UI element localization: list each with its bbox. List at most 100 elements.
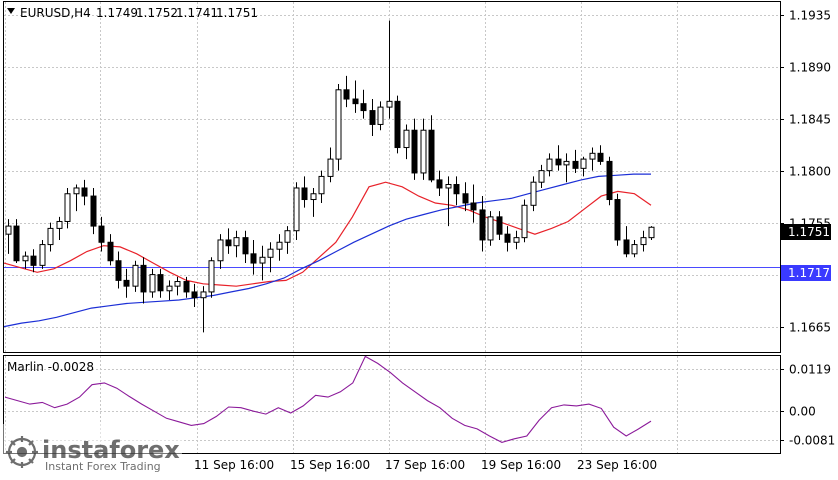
bear-candle-body — [606, 160, 613, 201]
bear-candle-body — [343, 89, 350, 100]
bear-candle-body — [453, 184, 460, 195]
bull-candle-body — [208, 260, 215, 293]
candle — [428, 115, 435, 183]
candle — [327, 147, 334, 183]
bear-candle-body — [98, 225, 105, 243]
bear-candle-body — [107, 241, 114, 262]
bear-candle-body — [394, 100, 401, 149]
candle — [200, 286, 207, 333]
bull-candle-body — [521, 204, 528, 239]
bear-candle-body — [90, 195, 97, 227]
indicator-tick-label: 0.00 — [789, 405, 816, 419]
candle — [572, 149, 579, 173]
indicator-axis: 0.0119 0.00 -0.0081 — [780, 363, 835, 448]
symbol-label: EURUSD,H4 — [20, 6, 91, 20]
bear-candle-body — [470, 202, 477, 211]
bull-candle-body — [318, 175, 325, 195]
candle — [504, 226, 511, 252]
dropdown-triangle-icon[interactable] — [7, 8, 15, 14]
watermark-tagline: Instant Forex Trading — [45, 460, 161, 473]
candle — [115, 251, 122, 289]
candle — [149, 268, 156, 298]
candle — [47, 222, 54, 252]
candle — [13, 219, 20, 264]
candle — [580, 156, 587, 177]
candle — [648, 226, 655, 240]
indicator-label: Marlin -0.0028 — [7, 360, 94, 374]
candle — [479, 196, 486, 252]
candle — [420, 118, 427, 180]
candle — [107, 234, 114, 266]
bull-candle-body — [580, 158, 587, 169]
candle — [436, 170, 443, 197]
candle — [496, 211, 503, 240]
candle — [369, 99, 376, 136]
bear-candle-body — [352, 98, 359, 105]
bull-candle-body — [267, 248, 274, 258]
candle — [377, 101, 384, 131]
bull-candle-body — [259, 256, 266, 264]
candle — [250, 239, 257, 275]
candle — [73, 184, 80, 212]
candle — [555, 145, 562, 171]
candle — [123, 268, 130, 298]
candle — [90, 187, 97, 235]
bull-candle-body — [56, 220, 63, 229]
time-tick-label: 23 Sep 16:00 — [577, 458, 657, 472]
bull-candle-body — [513, 237, 520, 243]
candle — [174, 276, 181, 296]
time-tick-label: 17 Sep 16:00 — [385, 458, 465, 472]
candle — [217, 234, 224, 269]
time-axis: 11 Sep 16:00 15 Sep 16:00 17 Sep 16:00 19 S… — [194, 458, 657, 472]
chart-window: 1.19351.18901.18451.18001.17551.17101.16… — [0, 0, 838, 476]
bull-candle-body — [22, 255, 29, 262]
bear-candle-body — [462, 193, 469, 204]
bull-candle-body — [276, 241, 283, 250]
candle — [318, 170, 325, 203]
candle — [521, 199, 528, 243]
bear-candle-body — [496, 216, 503, 235]
bull-candle-body — [149, 274, 156, 293]
bear-candle-body — [191, 291, 198, 299]
bull-candle-body — [445, 184, 452, 189]
candle — [343, 75, 350, 108]
candle — [191, 283, 198, 307]
bull-candle-body — [530, 181, 537, 206]
candle — [284, 226, 291, 254]
candle — [513, 230, 520, 250]
chart-canvas: 1.19351.18901.18451.18001.17551.17101.16… — [0, 1, 835, 476]
bear-candle-body — [140, 264, 147, 293]
candle — [453, 176, 460, 206]
horizontal-line-badge: 1.1717 — [781, 265, 831, 281]
bull-candle-body — [73, 187, 80, 195]
bear-candle-body — [81, 187, 88, 197]
candle — [310, 187, 317, 217]
time-tick-label: 15 Sep 16:00 — [290, 458, 370, 472]
time-tick-label: 19 Sep 16:00 — [481, 458, 561, 472]
indicator-tick-label: -0.0081 — [789, 434, 835, 448]
candle — [132, 260, 139, 292]
bear-candle-body — [479, 209, 486, 241]
bull-candle-body — [200, 291, 207, 299]
bear-candle-body — [30, 255, 37, 266]
candle — [64, 187, 71, 229]
bear-candle-body — [250, 253, 257, 264]
bull-candle-body — [217, 239, 224, 262]
indicator-tick-label: 0.0119 — [789, 363, 831, 377]
bear-candle-body — [13, 225, 20, 262]
candle — [597, 145, 604, 165]
bull-candle-body — [403, 129, 410, 149]
price-tick-label: 1.1665 — [789, 321, 831, 335]
candle — [487, 211, 494, 246]
candle — [470, 184, 477, 223]
bear-candle-body — [572, 160, 579, 169]
bear-candle-body — [360, 103, 367, 112]
candle — [623, 226, 630, 258]
candle — [563, 153, 570, 183]
price-axis: 1.19351.18901.18451.18001.17551.17101.16… — [780, 9, 831, 335]
bull-candle-body — [335, 89, 342, 160]
price-tick-label: 1.1935 — [789, 9, 831, 23]
bull-candle-body — [377, 106, 384, 125]
candle — [22, 251, 29, 269]
bear-candle-body — [411, 129, 418, 174]
